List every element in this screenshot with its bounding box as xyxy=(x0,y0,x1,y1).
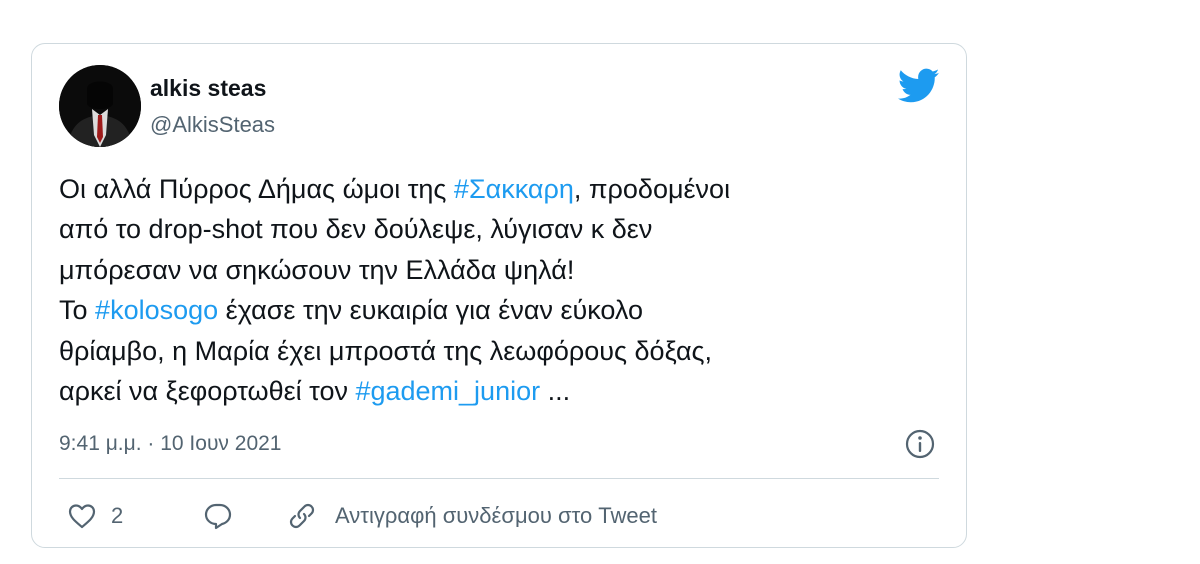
user-handle[interactable]: @AlkisSteas xyxy=(150,112,275,138)
tweet-text: Οι αλλά Πύρρος Δήμας ώμοι της #Σακκαρη, … xyxy=(59,169,939,411)
heart-icon xyxy=(67,501,97,531)
tweet-line: Το #kolosogo έχασε την ευκαιρία για έναν… xyxy=(59,290,939,330)
tweet-line: μπόρεσαν να σηκώσουν την Ελλάδα ψηλά! xyxy=(59,254,575,285)
hashtag-link[interactable]: #Σακκαρη xyxy=(454,174,574,204)
hashtag-link[interactable]: #kolosogo xyxy=(95,295,218,325)
hashtag-link[interactable]: #gademi_junior xyxy=(355,376,540,406)
tweet-text-segment: αρκεί να ξεφορτωθεί τον xyxy=(59,376,356,407)
tweet-line: από το drop-shot που δεν δούλεψε, λύγισα… xyxy=(59,214,653,245)
avatar[interactable] xyxy=(59,65,141,147)
copy-link-label: Αντιγραφή συνδέσμου στο Tweet xyxy=(335,503,657,528)
like-button[interactable]: 2 xyxy=(67,500,123,532)
tweet-card: alkis steas @AlkisSteas Οι αλλά Πύρρος Δ… xyxy=(31,43,967,548)
reply-icon xyxy=(203,501,233,531)
tweet-text-segment: έχασε την ευκαιρία για έναν εύκολο xyxy=(218,295,644,326)
tweet-text-segment: ... xyxy=(540,376,571,407)
tweet-timestamp[interactable]: 9:41 μ.μ. · 10 Ιουν 2021 xyxy=(59,432,281,456)
reply-button[interactable] xyxy=(203,500,233,532)
tweet-line: αρκεί να ξεφορτωθεί τον #gademi_junior .… xyxy=(59,371,939,411)
copy-link-button[interactable]: Αντιγραφή συνδέσμου στο Tweet xyxy=(287,500,657,532)
tweet-text-segment: , προδομένοι xyxy=(573,174,731,204)
like-count: 2 xyxy=(111,503,124,528)
avatar-image xyxy=(59,65,141,147)
info-icon[interactable] xyxy=(904,428,936,460)
twitter-bird-icon[interactable] xyxy=(898,68,940,104)
user-name[interactable]: alkis steas xyxy=(150,75,266,102)
tweet-line: Οι αλλά Πύρρος Δήμας ώμοι της #Σακκαρη, … xyxy=(59,169,939,209)
tweet-text-segment: Το xyxy=(59,295,96,326)
tweet-line: θρίαμβο, η Μαρία έχει μπροστά της λεωφόρ… xyxy=(59,335,713,366)
divider xyxy=(59,478,939,479)
link-icon xyxy=(287,501,317,531)
tweet-actions: 2 Αντιγραφή συνδέσμου στο Tweet xyxy=(59,500,939,532)
tweet-text-segment: Οι αλλά Πύρρος Δήμας ώμοι της xyxy=(59,174,454,204)
